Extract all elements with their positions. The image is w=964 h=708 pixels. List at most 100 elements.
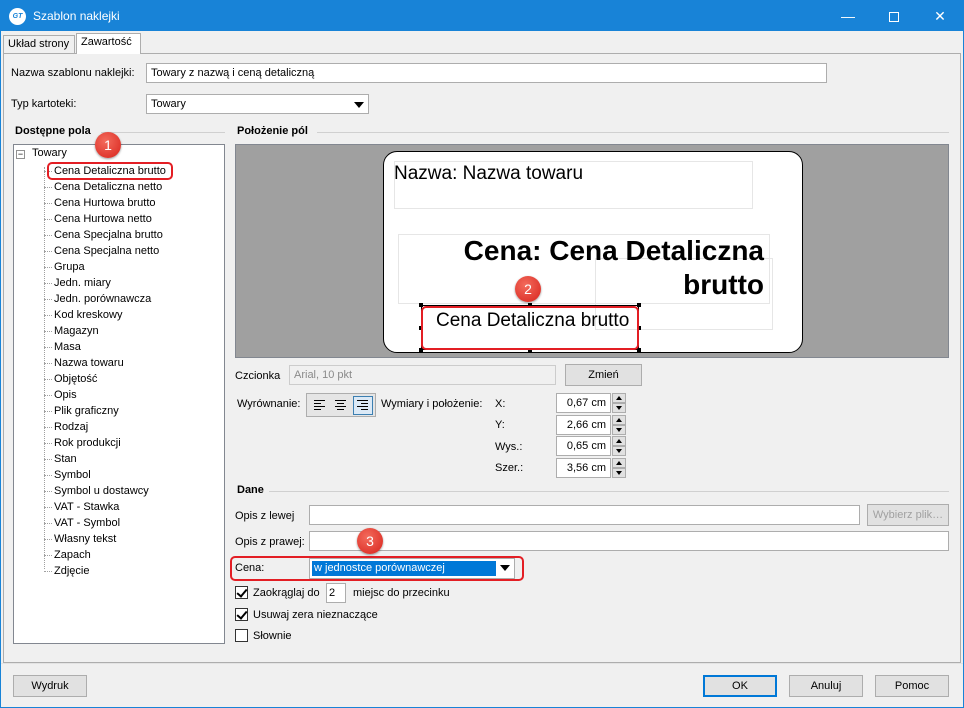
x-spinner[interactable]	[612, 393, 626, 413]
dialog-window: GT Szablon naklejki — ✕ Układ strony Zaw…	[0, 0, 964, 708]
left-desc-input[interactable]	[309, 505, 860, 525]
divider	[269, 491, 949, 492]
tree-item[interactable]: Symbol	[44, 467, 91, 483]
maximize-icon	[889, 12, 899, 23]
spin-down-icon[interactable]	[612, 403, 626, 413]
collapse-icon[interactable]: −	[16, 150, 25, 159]
tree-item[interactable]: Magazyn	[44, 323, 99, 339]
width-label: Szer.:	[495, 462, 524, 474]
resize-handle[interactable]	[637, 348, 641, 352]
tree-item[interactable]: Cena Specjalna netto	[43, 243, 159, 259]
align-center-button[interactable]	[331, 396, 351, 415]
dimensions-label: Wymiary i położenie:	[381, 398, 483, 410]
pick-file-button[interactable]: Wybierz plik…	[867, 504, 949, 526]
strip-zeros-checkbox[interactable]	[235, 608, 248, 621]
align-left-button[interactable]	[310, 396, 330, 415]
card-type-value: Towary	[151, 98, 186, 110]
tree-item[interactable]: VAT - Stawka	[43, 499, 119, 515]
preview-price-line1: Cena: Cena Detaliczna	[463, 235, 764, 266]
callout-highlight-2	[421, 306, 639, 350]
round-suffix-label: miejsc do przecinku	[353, 587, 450, 599]
callout-badge-3: 3	[357, 528, 383, 554]
spin-down-icon[interactable]	[612, 425, 626, 435]
tree-item[interactable]: Masa	[44, 339, 81, 355]
right-desc-input[interactable]	[309, 531, 949, 551]
height-input[interactable]: 0,65 cm	[556, 436, 611, 456]
card-type-label: Typ kartoteki:	[11, 98, 77, 110]
tree-item[interactable]: Zdjęcie	[43, 563, 89, 579]
tree-item[interactable]: Cena Hurtowa brutto	[44, 195, 156, 211]
tree-item[interactable]: Objętość	[43, 371, 97, 387]
tree-item[interactable]: Cena Hurtowa netto	[44, 211, 152, 227]
tree-item[interactable]: VAT - Symbol	[43, 515, 120, 531]
tree-item[interactable]: Własny tekst	[43, 531, 116, 547]
resize-handle[interactable]	[637, 303, 641, 307]
height-label: Wys.:	[495, 441, 523, 453]
footer-divider	[1, 663, 963, 664]
tree-item[interactable]: Kod kreskowy	[43, 307, 122, 323]
cancel-button[interactable]: Anuluj	[789, 675, 863, 697]
template-name-input[interactable]: Towary z nazwą i ceną detaliczną	[146, 63, 827, 83]
tab-content[interactable]: Zawartość	[76, 33, 141, 54]
preview-price-field[interactable]: Cena: Cena Detaliczna brutto	[424, 234, 764, 302]
spin-up-icon[interactable]	[612, 458, 626, 468]
tree-root-towary[interactable]: Towary	[32, 147, 67, 159]
height-spinner[interactable]	[612, 436, 626, 456]
tree-line	[44, 167, 45, 569]
tree-item[interactable]: Symbol u dostawcy	[44, 483, 149, 499]
tree-item[interactable]: Jedn. miary	[44, 275, 111, 291]
spin-up-icon[interactable]	[612, 436, 626, 446]
round-digits-input[interactable]: 2	[326, 583, 346, 603]
title-bar[interactable]: GT Szablon naklejki — ✕	[1, 1, 963, 31]
divider	[317, 132, 949, 133]
width-input[interactable]: 3,56 cm	[556, 458, 611, 478]
x-label: X:	[495, 398, 506, 410]
x-input[interactable]: 0,67 cm	[556, 393, 611, 413]
divider	[101, 132, 225, 133]
tree-item[interactable]: Plik graficzny	[44, 403, 119, 419]
verbal-checkbox[interactable]	[235, 629, 248, 642]
round-checkbox[interactable]	[235, 586, 248, 599]
minimize-button[interactable]: —	[825, 1, 871, 31]
chevron-down-icon	[354, 102, 364, 108]
close-button[interactable]: ✕	[917, 1, 963, 31]
card-type-select[interactable]: Towary	[146, 94, 369, 114]
y-spinner[interactable]	[612, 415, 626, 435]
spin-up-icon[interactable]	[612, 393, 626, 403]
spin-down-icon[interactable]	[612, 446, 626, 456]
tree-item[interactable]: Stan	[44, 451, 77, 467]
font-input: Arial, 10 pkt	[289, 365, 556, 385]
tree-item[interactable]: Rok produkcji	[44, 435, 121, 451]
ok-button[interactable]: OK	[703, 675, 777, 697]
data-section-title: Dane	[237, 484, 264, 496]
preview-name-field[interactable]: Nazwa: Nazwa towaru	[394, 163, 583, 185]
print-button[interactable]: Wydruk	[13, 675, 87, 697]
available-fields-tree[interactable]: − Towary Cena Detaliczna brutto Cena Deta…	[13, 144, 225, 644]
tree-item[interactable]: Zapach	[44, 547, 91, 563]
change-font-button[interactable]: Zmień	[565, 364, 642, 386]
strip-zeros-label: Usuwaj zera nieznaczące	[253, 609, 378, 621]
help-button[interactable]: Pomoc	[875, 675, 949, 697]
alignment-group	[306, 393, 376, 417]
tree-item[interactable]: Opis	[44, 387, 77, 403]
right-desc-label: Opis z prawej:	[235, 536, 305, 548]
tab-page-layout[interactable]: Układ strony	[3, 35, 75, 53]
tree-item[interactable]: Grupa	[44, 259, 85, 275]
maximize-button[interactable]	[871, 1, 917, 31]
left-desc-label: Opis z lewej	[235, 510, 295, 522]
tree-item[interactable]: Cena Specjalna brutto	[44, 227, 163, 243]
positions-title: Położenie pól	[237, 125, 308, 137]
callout-highlight-3	[230, 556, 524, 581]
y-input[interactable]: 2,66 cm	[556, 415, 611, 435]
tree-item[interactable]: Nazwa towaru	[44, 355, 124, 371]
tree-item[interactable]: Rodzaj	[43, 419, 88, 435]
window-title: Szablon naklejki	[33, 9, 120, 23]
width-spinner[interactable]	[612, 458, 626, 478]
spin-up-icon[interactable]	[612, 415, 626, 425]
tree-item[interactable]: Cena Detaliczna netto	[43, 179, 162, 195]
spin-down-icon[interactable]	[612, 468, 626, 478]
callout-badge-1: 1	[95, 132, 121, 158]
font-label: Czcionka	[235, 370, 281, 382]
tree-item[interactable]: Jedn. porównawcza	[43, 291, 151, 307]
align-right-button[interactable]	[353, 396, 373, 415]
